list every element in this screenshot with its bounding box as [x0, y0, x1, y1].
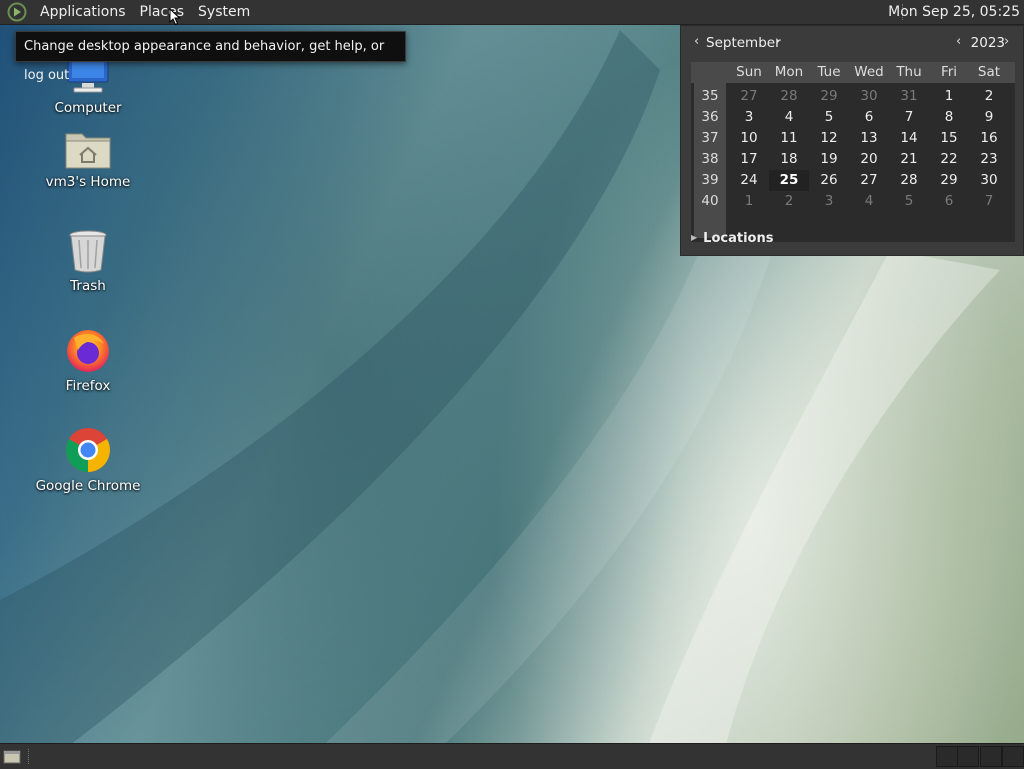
clock-applet[interactable]: Mon Sep 25, 05:25 — [888, 0, 1020, 24]
top-panel: Applications Places System Mon Sep 25, 0… — [0, 0, 1024, 25]
prev-month-button[interactable]: ‹ — [694, 34, 699, 49]
locations-label: Locations — [703, 231, 774, 246]
calendar-day-today[interactable]: 25 — [769, 170, 809, 191]
calendar-day[interactable]: 27 — [729, 86, 769, 107]
calendar-day[interactable]: 30 — [969, 170, 1009, 191]
calendar-day[interactable]: 10 — [729, 128, 769, 149]
calendar-day[interactable]: 14 — [889, 128, 929, 149]
calendar-day[interactable]: 19 — [809, 149, 849, 170]
calendar-day[interactable]: 28 — [769, 86, 809, 107]
panel-drag-handle[interactable] — [28, 749, 32, 764]
calendar-day[interactable]: 6 — [849, 107, 889, 128]
workspace-4-button[interactable] — [1002, 746, 1024, 767]
workspace-3-button[interactable] — [980, 746, 1002, 767]
calendar-day[interactable]: 22 — [929, 149, 969, 170]
main-menu-logo-icon[interactable] — [7, 2, 27, 22]
calendar-day[interactable]: 1 — [729, 191, 769, 212]
desktop-icon-label: Google Chrome — [35, 478, 141, 494]
week-number: 38 — [701, 151, 719, 167]
week-number: 35 — [701, 88, 719, 104]
places-menu[interactable]: Places — [133, 0, 192, 24]
calendar-header: ‹ September › ‹ 2023 › — [691, 34, 1015, 54]
calendar-day[interactable]: 17 — [729, 149, 769, 170]
calendar-day[interactable]: 3 — [809, 191, 849, 212]
desktop-icon-home[interactable]: vm3's Home — [28, 128, 148, 190]
calendar-day[interactable]: 2 — [769, 191, 809, 212]
calendar-day[interactable]: 7 — [889, 107, 929, 128]
system-menu[interactable]: System — [191, 0, 257, 24]
desktop-icon-label: vm3's Home — [45, 174, 131, 190]
calendar-day[interactable]: 5 — [889, 191, 929, 212]
week-number: 40 — [701, 193, 719, 209]
calendar-day[interactable]: 8 — [929, 107, 969, 128]
calendar-year-label: 2023 — [970, 35, 1005, 51]
calendar-day[interactable]: 18 — [769, 149, 809, 170]
weekday-header: Sat — [977, 64, 1001, 80]
calendar-day[interactable]: 1 — [929, 86, 969, 107]
desktop-icon-firefox[interactable]: Firefox — [28, 326, 148, 394]
calendar-day[interactable]: 24 — [729, 170, 769, 191]
desktop-icon-label: Trash — [70, 278, 106, 294]
calendar-day[interactable]: 5 — [809, 107, 849, 128]
calendar-day[interactable]: 4 — [769, 107, 809, 128]
weekday-header: Sun — [736, 64, 762, 80]
calendar-day[interactable]: 26 — [809, 170, 849, 191]
calendar-month-label: September — [706, 35, 781, 51]
calendar-day[interactable]: 31 — [889, 86, 929, 107]
calendar-day[interactable]: 29 — [809, 86, 849, 107]
calendar-day[interactable]: 29 — [929, 170, 969, 191]
calendar-day[interactable]: 30 — [849, 86, 889, 107]
calendar-day[interactable]: 13 — [849, 128, 889, 149]
workspace-2-button[interactable] — [957, 746, 979, 767]
week-number: 36 — [701, 109, 719, 125]
calendar-day[interactable]: 7 — [969, 191, 1009, 212]
mouse-cursor-icon — [169, 8, 181, 26]
next-year-button[interactable]: › — [1004, 34, 1009, 49]
system-menu-tooltip: Change desktop appearance and behavior, … — [15, 31, 406, 83]
calendar-day[interactable]: 23 — [969, 149, 1009, 170]
week-number: 39 — [701, 172, 719, 188]
weekday-header: Thu — [896, 64, 922, 80]
calendar-grid: Sun Mon Tue Wed Thu Fri Sat 35 27 28 29 30 31 1 2 36 3 4 5… — [691, 62, 1015, 242]
calendar-day[interactable]: 9 — [969, 107, 1009, 128]
calendar-day[interactable]: 3 — [729, 107, 769, 128]
calendar-day[interactable]: 21 — [889, 149, 929, 170]
calendar-popup: ‹ September › ‹ 2023 › Sun Mon Tue Wed Thu Fr… — [680, 25, 1024, 256]
prev-year-button[interactable]: ‹ — [956, 34, 961, 49]
weekday-header: Mon — [774, 64, 804, 80]
weekday-header: Fri — [940, 64, 958, 80]
expander-triangle-icon: ▶ — [691, 233, 698, 242]
next-month-button[interactable]: › — [775, 34, 780, 49]
desktop-icon-label: Computer — [54, 100, 122, 116]
calendar-day[interactable]: 20 — [849, 149, 889, 170]
calendar-day[interactable]: 27 — [849, 170, 889, 191]
weekday-header: Wed — [854, 64, 884, 80]
calendar-day[interactable]: 6 — [929, 191, 969, 212]
trash-icon — [69, 230, 107, 273]
weekday-header: Tue — [817, 64, 841, 80]
calendar-day[interactable]: 11 — [769, 128, 809, 149]
chrome-icon — [66, 428, 110, 472]
bottom-panel — [0, 743, 1024, 769]
desktop-icon-trash[interactable]: Trash — [28, 228, 148, 294]
desktop-icon-label: Firefox — [65, 378, 111, 394]
calendar-day[interactable]: 12 — [809, 128, 849, 149]
week-number: 37 — [701, 130, 719, 146]
calendar-day[interactable]: 2 — [969, 86, 1009, 107]
calendar-day[interactable]: 16 — [969, 128, 1009, 149]
show-desktop-icon[interactable] — [3, 748, 21, 764]
locations-expander[interactable]: ▶ Locations — [691, 231, 773, 246]
applications-menu[interactable]: Applications — [33, 0, 133, 24]
calendar-day[interactable]: 4 — [849, 191, 889, 212]
firefox-icon — [67, 330, 109, 372]
calendar-day[interactable]: 15 — [929, 128, 969, 149]
workspace-1-button[interactable] — [936, 746, 958, 767]
home-folder-icon — [65, 133, 111, 169]
calendar-day[interactable]: 28 — [889, 170, 929, 191]
desktop-icon-chrome[interactable]: Google Chrome — [28, 426, 148, 494]
